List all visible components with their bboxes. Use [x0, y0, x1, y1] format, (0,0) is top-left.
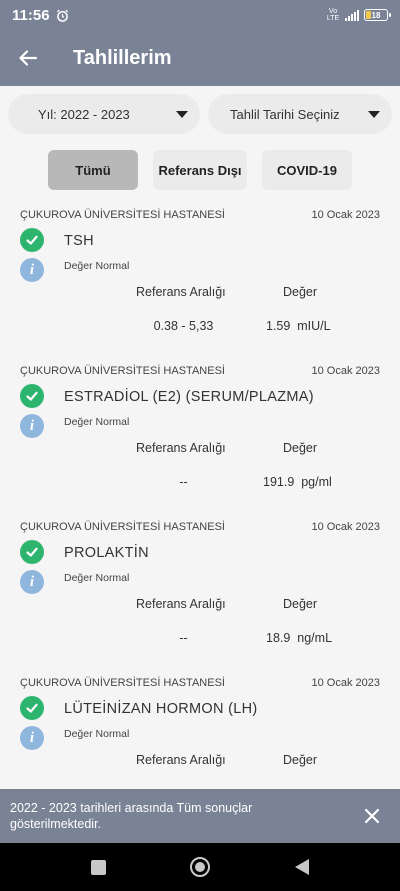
arrow-left-icon — [19, 50, 38, 66]
year-dropdown-label: Yıl: 2022 - 2023 — [38, 106, 130, 122]
tab-out-of-reference[interactable]: Referans Dışı — [153, 150, 247, 190]
status-time: 11:56 — [12, 6, 50, 24]
alarm-icon — [56, 9, 69, 22]
check-icon — [20, 696, 44, 720]
filter-tabs: Tümü Referans Dışı COVID-19 — [48, 150, 352, 190]
snackbar-close-button[interactable] — [354, 798, 390, 834]
tab-covid[interactable]: COVID-19 — [262, 150, 352, 190]
ref-range-header: Referans Aralığı — [136, 285, 226, 299]
test-name: ESTRADİOL (E2) (SERUM/PLAZMA) — [64, 389, 314, 405]
battery-icon: 18 — [364, 9, 391, 21]
ref-range-value: -- — [179, 631, 188, 645]
ref-range-header: Referans Aralığı — [136, 441, 226, 455]
status-bar: 11:56 Vo LTE 18 — [0, 0, 400, 30]
info-icon[interactable]: i — [20, 570, 44, 594]
ref-range-value: -- — [179, 475, 188, 489]
results-list: ÇUKUROVA ÜNİVERSİTESİ HASTANESİ 10 Ocak … — [0, 200, 400, 824]
battery-level: 18 — [371, 10, 381, 20]
result-status: Değer Normal — [64, 260, 130, 272]
hospital-name: ÇUKUROVA ÜNİVERSİTESİ HASTANESİ — [20, 521, 225, 533]
year-dropdown[interactable]: Yıl: 2022 - 2023 — [8, 94, 200, 134]
ref-range-header: Referans Aralığı — [136, 753, 226, 767]
result-status: Değer Normal — [64, 572, 130, 584]
ref-range-value: 0.38 - 5,33 — [153, 319, 214, 333]
value-header: Değer — [283, 753, 318, 767]
result-date: 10 Ocak 2023 — [311, 209, 381, 221]
check-icon — [20, 228, 44, 252]
square-icon — [90, 859, 106, 875]
result-card[interactable]: ÇUKUROVA ÜNİVERSİTESİ HASTANESİ 10 Ocak … — [0, 512, 400, 668]
result-status: Değer Normal — [64, 728, 130, 740]
signal-icon — [345, 9, 359, 21]
tab-all[interactable]: Tümü — [48, 150, 138, 190]
date-dropdown-label: Tahlil Tarihi Seçiniz — [230, 106, 340, 122]
result-value: 18.9 ng/mL — [266, 631, 333, 645]
triangle-back-icon — [295, 859, 309, 875]
result-date: 10 Ocak 2023 — [311, 677, 381, 689]
check-icon — [20, 384, 44, 408]
hospital-name: ÇUKUROVA ÜNİVERSİTESİ HASTANESİ — [20, 209, 225, 221]
close-icon — [364, 808, 380, 824]
recents-button[interactable] — [86, 855, 110, 879]
home-button[interactable] — [188, 855, 212, 879]
result-date: 10 Ocak 2023 — [311, 521, 381, 533]
hospital-name: ÇUKUROVA ÜNİVERSİTESİ HASTANESİ — [20, 365, 225, 377]
result-card[interactable]: ÇUKUROVA ÜNİVERSİTESİ HASTANESİ 10 Ocak … — [0, 200, 400, 356]
caret-down-icon — [368, 110, 380, 118]
info-icon[interactable]: i — [20, 726, 44, 750]
back-button[interactable] — [0, 30, 56, 86]
ref-range-header: Referans Aralığı — [136, 597, 226, 611]
page-title: Tahlillerim — [73, 46, 172, 69]
status-indicators: Vo LTE 18 — [326, 8, 391, 22]
filters: Yıl: 2022 - 2023 Tahlil Tarihi Seçiniz — [8, 94, 392, 134]
result-status: Değer Normal — [64, 416, 130, 428]
result-date: 10 Ocak 2023 — [311, 365, 381, 377]
date-dropdown[interactable]: Tahlil Tarihi Seçiniz — [208, 94, 392, 134]
value-header: Değer — [283, 441, 318, 455]
hospital-name: ÇUKUROVA ÜNİVERSİTESİ HASTANESİ — [20, 677, 225, 689]
system-nav-bar — [0, 843, 400, 891]
caret-down-icon — [176, 110, 188, 118]
info-icon[interactable]: i — [20, 414, 44, 438]
value-header: Değer — [283, 285, 318, 299]
result-value: 191.9 pg/ml — [263, 475, 332, 489]
test-name: PROLAKTİN — [64, 545, 149, 561]
app-bar: Tahlillerim — [0, 30, 400, 86]
snackbar-message: 2022 - 2023 tarihleri arasında Tüm sonuç… — [10, 801, 253, 831]
snackbar: 2022 - 2023 tarihleri arasında Tüm sonuç… — [0, 789, 400, 843]
value-header: Değer — [283, 597, 318, 611]
home-circle-icon — [190, 857, 210, 877]
system-back-button[interactable] — [290, 855, 314, 879]
result-card[interactable]: ÇUKUROVA ÜNİVERSİTESİ HASTANESİ 10 Ocak … — [0, 356, 400, 512]
check-icon — [20, 540, 44, 564]
info-icon[interactable]: i — [20, 258, 44, 282]
result-value: 1.59 mIU/L — [266, 319, 331, 333]
test-name: TSH — [64, 233, 94, 249]
network-label: Vo LTE — [326, 8, 340, 22]
test-name: LÜTEİNİZAN HORMON (LH) — [64, 701, 258, 717]
